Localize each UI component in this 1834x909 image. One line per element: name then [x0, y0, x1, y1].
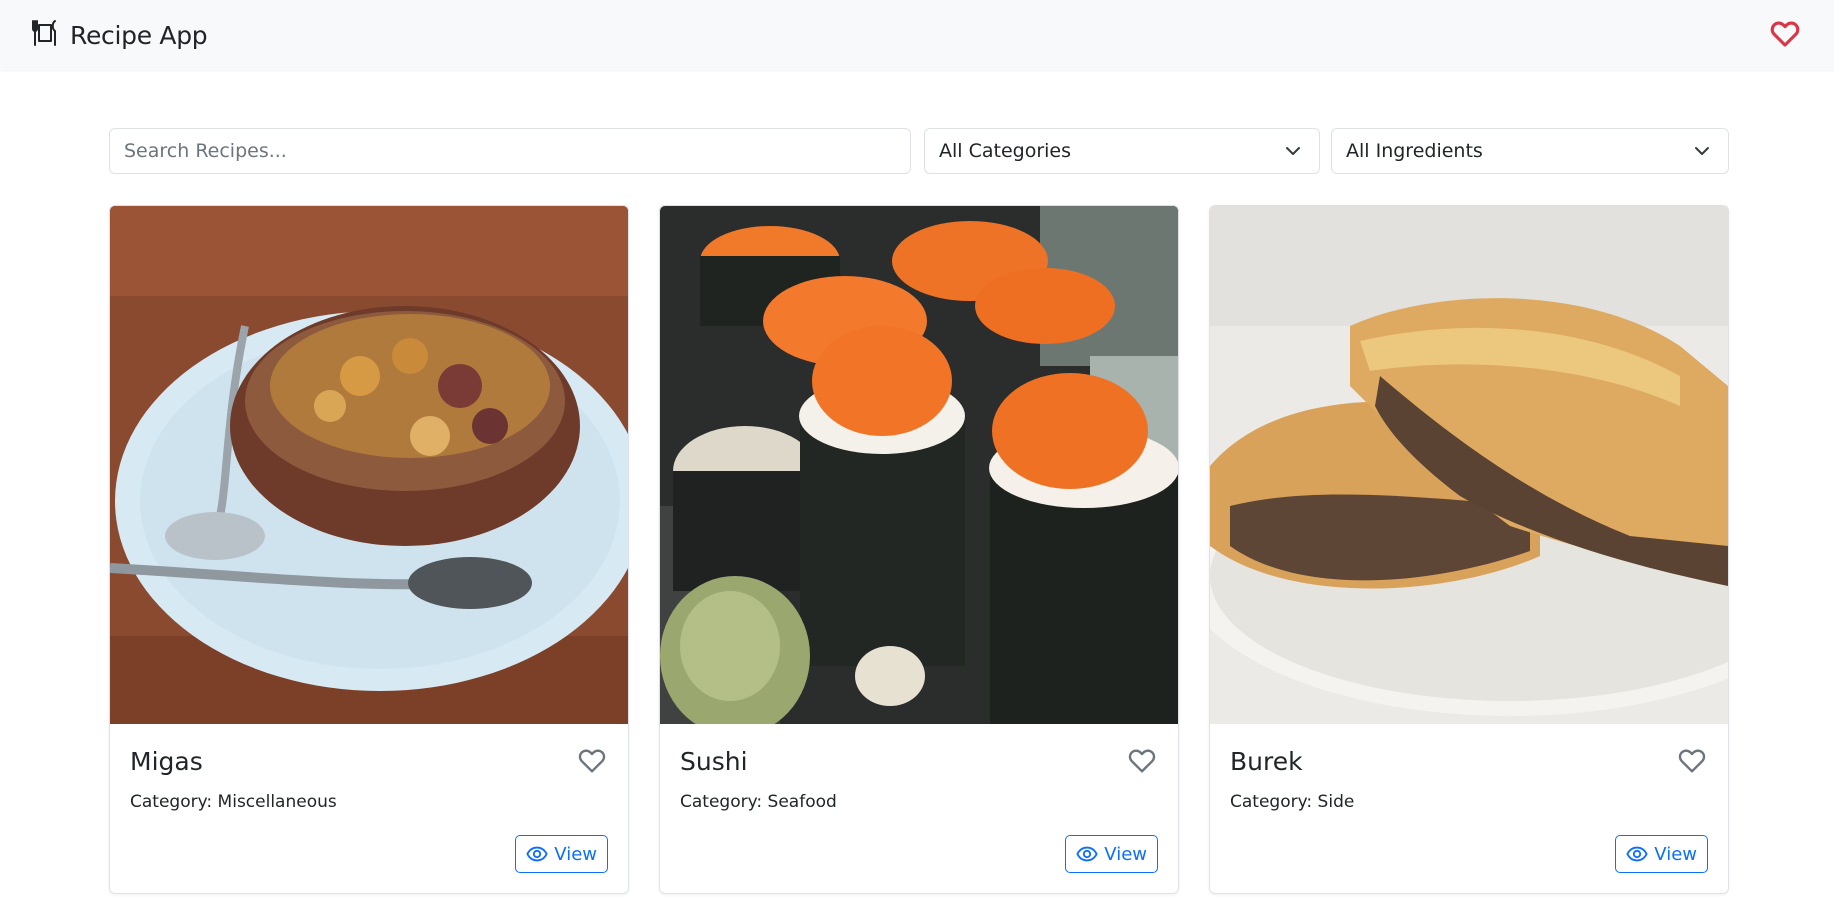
recipe-card: Migas Category: Miscellaneous View	[109, 205, 629, 894]
recipe-category: Category: Miscellaneous	[130, 792, 337, 812]
recipe-image[interactable]	[660, 206, 1178, 724]
recipe-title: Sushi	[680, 747, 748, 776]
recipe-title: Burek	[1230, 747, 1303, 776]
eye-icon	[1076, 846, 1098, 862]
recipe-title: Migas	[130, 747, 203, 776]
search-input[interactable]	[109, 128, 911, 174]
eye-icon	[1626, 846, 1648, 862]
category-select-value: All Categories	[939, 140, 1072, 162]
favorite-heart-icon[interactable]	[1676, 744, 1708, 776]
recipe-card: Sushi Category: Seafood View	[659, 205, 1179, 894]
recipe-image[interactable]	[1210, 206, 1728, 724]
category-select[interactable]: All Categories	[924, 128, 1320, 174]
utensils-plate-icon	[28, 16, 62, 54]
favorite-heart-icon[interactable]	[576, 744, 608, 776]
recipe-category: Category: Seafood	[680, 792, 837, 812]
view-button[interactable]: View	[1065, 835, 1158, 873]
recipe-card: Burek Category: Side View	[1209, 205, 1729, 894]
view-button-label: View	[1104, 843, 1147, 865]
view-button[interactable]: View	[1615, 835, 1708, 873]
favorites-heart-icon[interactable]	[1768, 16, 1802, 50]
chevron-down-icon	[1695, 147, 1709, 155]
recipe-image[interactable]	[110, 206, 628, 724]
ingredient-select[interactable]: All Ingredients	[1331, 128, 1729, 174]
view-button-label: View	[1654, 843, 1697, 865]
chevron-down-icon	[1286, 147, 1300, 155]
favorite-heart-icon[interactable]	[1126, 744, 1158, 776]
ingredient-select-value: All Ingredients	[1346, 140, 1483, 162]
eye-icon	[526, 846, 548, 862]
view-button-label: View	[554, 843, 597, 865]
brand-link[interactable]: Recipe App	[28, 16, 208, 54]
brand-text: Recipe App	[70, 20, 208, 50]
navbar: Recipe App	[0, 0, 1834, 70]
view-button[interactable]: View	[515, 835, 608, 873]
recipe-category: Category: Side	[1230, 792, 1355, 812]
